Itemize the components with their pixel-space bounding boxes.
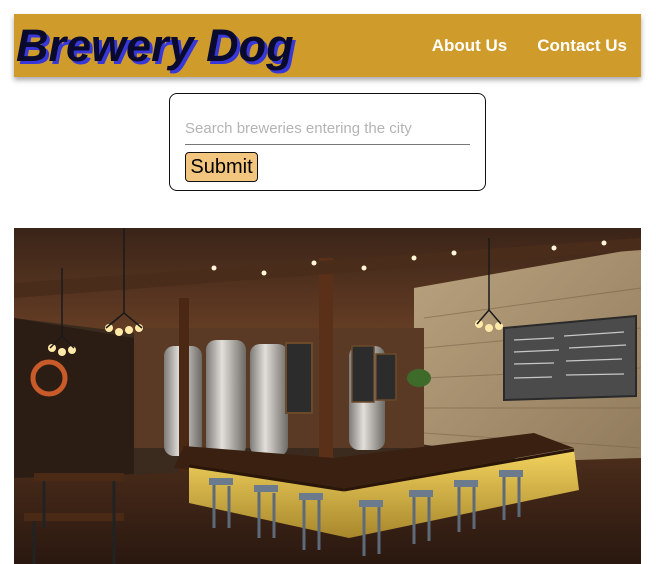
brewery-interior-photo: [14, 228, 641, 564]
search-form: Submit: [169, 93, 486, 191]
hero-image: [14, 228, 641, 564]
search-input[interactable]: [185, 112, 470, 145]
site-logo[interactable]: Brewery Dog: [16, 14, 294, 77]
navbar: Brewery Dog About Us Contact Us: [14, 14, 641, 77]
submit-button[interactable]: Submit: [185, 152, 258, 182]
nav-about-us-link[interactable]: About Us: [432, 36, 508, 56]
nav-links: About Us Contact Us: [432, 36, 627, 56]
nav-contact-us-link[interactable]: Contact Us: [537, 36, 627, 56]
